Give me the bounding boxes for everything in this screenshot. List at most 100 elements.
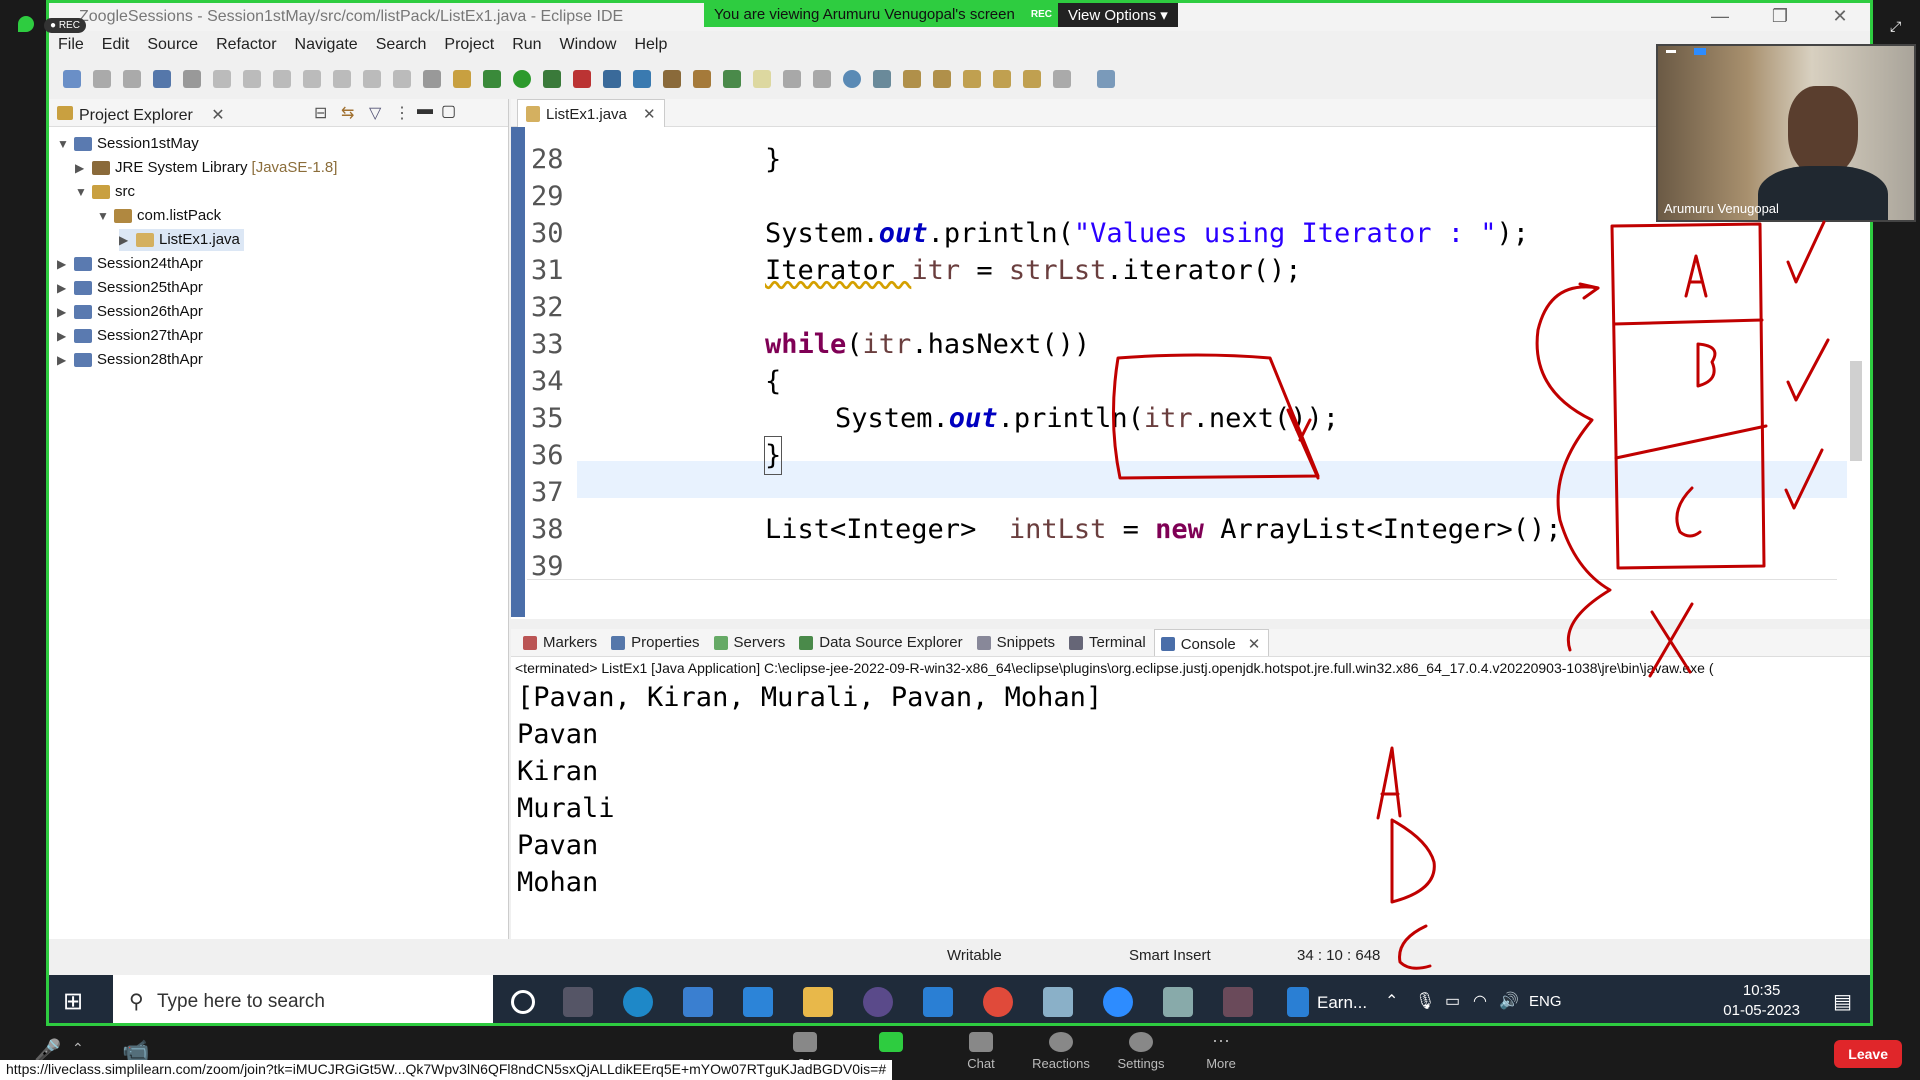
- annotation-icon[interactable]: [723, 70, 741, 88]
- close-console-icon[interactable]: ✕: [1248, 636, 1261, 653]
- webcam-video[interactable]: Arumuru Venugopal: [1656, 44, 1916, 222]
- tree-item-session27[interactable]: ▶ Session27thApr: [57, 325, 203, 347]
- debug-icon[interactable]: [483, 70, 501, 88]
- settings-button[interactable]: Settings: [1106, 1032, 1176, 1071]
- tab-properties[interactable]: Properties: [605, 629, 707, 656]
- pin-editor-icon[interactable]: [873, 70, 891, 88]
- editor-horizontal-scrollbar[interactable]: [527, 579, 1837, 593]
- earn-app-label[interactable]: Earn...: [1317, 993, 1367, 1013]
- expand-arrow-icon[interactable]: ▼: [75, 181, 89, 203]
- mail-icon[interactable]: [743, 987, 773, 1017]
- step-over-icon[interactable]: [363, 70, 381, 88]
- suspend-icon[interactable]: [243, 70, 261, 88]
- menu-run[interactable]: Run: [503, 33, 550, 59]
- menu-refactor[interactable]: Refactor: [207, 33, 285, 59]
- save-icon[interactable]: [93, 70, 111, 88]
- close-button[interactable]: ✕: [1810, 3, 1870, 31]
- new-class-icon[interactable]: [633, 70, 651, 88]
- filter-icon[interactable]: ▽: [369, 103, 381, 123]
- menu-search[interactable]: Search: [367, 33, 436, 59]
- task-view-icon[interactable]: [563, 987, 593, 1017]
- tree-item-session25[interactable]: ▶ Session25thApr: [57, 277, 203, 299]
- fullscreen-icon[interactable]: ⤢: [1890, 18, 1901, 35]
- tab-servers[interactable]: Servers: [708, 629, 794, 656]
- forward-icon[interactable]: [1023, 70, 1041, 88]
- battery-icon[interactable]: ▭: [1445, 991, 1460, 1011]
- tab-terminal[interactable]: Terminal: [1063, 629, 1154, 656]
- audio-options-icon[interactable]: ⌃: [72, 1040, 84, 1057]
- expand-arrow-icon[interactable]: ▼: [57, 133, 71, 155]
- skip-breakpoints-icon[interactable]: [183, 70, 201, 88]
- tree-item-jre[interactable]: ▶ JRE System Library [JavaSE-1.8]: [75, 157, 337, 179]
- editor-tab-listex1[interactable]: ListEx1.java ✕: [517, 99, 665, 127]
- link-editor-icon[interactable]: ⇆: [341, 103, 354, 123]
- expand-arrow-icon[interactable]: ▼: [97, 205, 111, 227]
- expand-arrow-icon[interactable]: ▶: [57, 349, 71, 371]
- collapse-all-icon[interactable]: ⊟: [314, 103, 327, 123]
- volume-icon[interactable]: 🔊: [1499, 991, 1519, 1011]
- tree-item-session26[interactable]: ▶ Session26thApr: [57, 301, 203, 323]
- step-return-icon[interactable]: [393, 70, 411, 88]
- previous-annotation-icon[interactable]: [933, 70, 951, 88]
- maximize-button[interactable]: ❐: [1750, 3, 1810, 31]
- expand-arrow-icon[interactable]: ▶: [57, 301, 71, 323]
- resume-icon[interactable]: [213, 70, 231, 88]
- tree-item-session1stmay[interactable]: ▼ Session1stMay: [57, 133, 199, 155]
- notepad-icon[interactable]: [1043, 987, 1073, 1017]
- view-options-button[interactable]: View Options ▾: [1057, 3, 1178, 27]
- windows-start-icon[interactable]: ⊞: [63, 989, 89, 1015]
- run-icon[interactable]: [513, 70, 531, 88]
- open-type-icon[interactable]: [663, 70, 681, 88]
- language-indicator[interactable]: ENG: [1529, 993, 1562, 1010]
- more-button[interactable]: ··· More: [1186, 1031, 1256, 1071]
- tree-item-session24[interactable]: ▶ Session24thApr: [57, 253, 203, 275]
- minimize-view-icon[interactable]: ▬: [417, 101, 433, 119]
- notifications-icon[interactable]: ▤: [1833, 989, 1852, 1014]
- view-menu-icon[interactable]: ⋮: [394, 103, 410, 123]
- expand-arrow-icon[interactable]: ▶: [57, 253, 71, 275]
- edge-icon[interactable]: [623, 987, 653, 1017]
- maximize-view-icon[interactable]: ▢: [441, 101, 456, 121]
- tray-chevron-icon[interactable]: ⌃: [1385, 991, 1398, 1011]
- file-explorer-icon[interactable]: [803, 987, 833, 1017]
- zoom-app-icon[interactable]: [1103, 987, 1133, 1017]
- leave-button[interactable]: Leave: [1834, 1040, 1902, 1068]
- paint-icon[interactable]: [1163, 987, 1193, 1017]
- webcam-minimize-icon[interactable]: [1666, 50, 1676, 53]
- next-annotation-icon[interactable]: [903, 70, 921, 88]
- cortana-icon[interactable]: [511, 990, 535, 1014]
- tab-data-source-explorer[interactable]: Data Source Explorer: [793, 629, 970, 656]
- new-icon[interactable]: [63, 70, 81, 88]
- step-into-icon[interactable]: [333, 70, 351, 88]
- expand-arrow-icon[interactable]: ▶: [57, 325, 71, 347]
- block-selection-icon[interactable]: [783, 70, 801, 88]
- reactions-button[interactable]: Reactions: [1026, 1032, 1096, 1071]
- minimize-button[interactable]: —: [1690, 3, 1750, 31]
- external-tools-icon[interactable]: [573, 70, 591, 88]
- close-view-icon[interactable]: ✕: [211, 107, 224, 124]
- new-server-icon[interactable]: [603, 70, 621, 88]
- tree-item-src[interactable]: ▼ src: [75, 181, 135, 203]
- save-all-icon[interactable]: [123, 70, 141, 88]
- disconnect-icon[interactable]: [303, 70, 321, 88]
- expand-arrow-icon[interactable]: ▶: [57, 277, 71, 299]
- close-tab-icon[interactable]: ✕: [643, 106, 656, 123]
- use-step-filters-icon[interactable]: [453, 70, 471, 88]
- tab-console[interactable]: Console ✕: [1153, 629, 1270, 656]
- menu-help[interactable]: Help: [625, 33, 676, 59]
- taskbar-search-box[interactable]: ⚲ Type here to search: [113, 975, 493, 1023]
- chat-button[interactable]: Chat: [946, 1032, 1016, 1071]
- web-browser-icon[interactable]: [843, 70, 861, 88]
- earn-app-icon[interactable]: [1287, 987, 1309, 1017]
- vscode-icon[interactable]: [923, 987, 953, 1017]
- store-icon[interactable]: [683, 987, 713, 1017]
- last-edit-icon[interactable]: [963, 70, 981, 88]
- tab-snippets[interactable]: Snippets: [971, 629, 1063, 656]
- microphone-icon[interactable]: 🎙: [1415, 991, 1435, 1011]
- expand-arrow-icon[interactable]: ▶: [119, 229, 133, 251]
- tab-markers[interactable]: Markers: [517, 629, 605, 656]
- menu-source[interactable]: Source: [138, 33, 207, 59]
- menu-project[interactable]: Project: [435, 33, 503, 59]
- menu-window[interactable]: Window: [551, 33, 626, 59]
- drop-frame-icon[interactable]: [423, 70, 441, 88]
